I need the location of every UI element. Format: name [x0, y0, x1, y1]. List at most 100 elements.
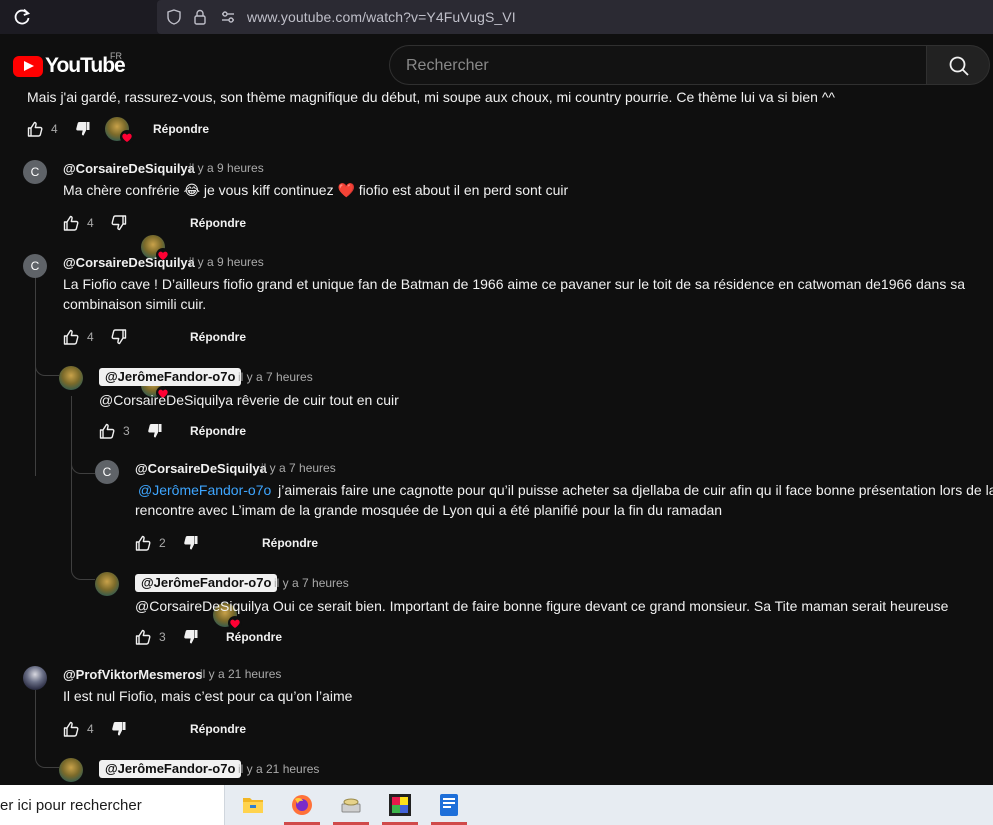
- comment-time[interactable]: il y a 21 heures: [200, 667, 281, 681]
- firefox-icon[interactable]: [282, 785, 322, 825]
- thread-line: [35, 276, 36, 476]
- like-count: 4: [51, 122, 58, 136]
- comment-text-part: fiofio est about il en perd sont cuir: [358, 182, 569, 198]
- permissions-icon[interactable]: [219, 8, 237, 26]
- file-explorer-icon[interactable]: [233, 785, 273, 825]
- dislike-icon[interactable]: [74, 120, 92, 138]
- lock-icon[interactable]: [191, 8, 209, 26]
- comment-author[interactable]: @CorsaireDeSiquilya: [63, 161, 195, 176]
- search-input[interactable]: Rechercher: [389, 45, 927, 85]
- address-bar[interactable]: www.youtube.com/watch?v=Y4FuVugS_VI: [157, 0, 993, 34]
- youtube-header: YouTube FR Rechercher: [0, 34, 993, 90]
- like-icon[interactable]: [26, 120, 44, 138]
- reply-button[interactable]: Répondre: [190, 330, 246, 344]
- heart-icon: [228, 616, 242, 630]
- thread-line: [35, 690, 36, 758]
- youtube-play-icon: [13, 55, 43, 77]
- search-placeholder: Rechercher: [406, 57, 489, 74]
- comment-author-chip[interactable]: @JerômeFandor-o7o: [99, 368, 242, 386]
- reply-button[interactable]: Répondre: [190, 424, 246, 438]
- reload-icon[interactable]: [12, 7, 32, 27]
- like-count: 2: [159, 536, 166, 550]
- like-count: 4: [87, 722, 94, 736]
- comment-time[interactable]: il y a 7 heures: [274, 576, 349, 590]
- like-icon[interactable]: [134, 534, 152, 552]
- browser-toolbar: www.youtube.com/watch?v=Y4FuVugS_VI: [0, 0, 993, 34]
- youtube-logo[interactable]: YouTube: [13, 54, 126, 78]
- folder-icon: [243, 798, 263, 813]
- document-icon: [440, 794, 458, 816]
- shield-icon[interactable]: [165, 8, 183, 26]
- comment-text: @CorsaireDeSiquilya Oui ce serait bien. …: [135, 598, 949, 614]
- comment-text: Mais j'ai gardé, rassurez-vous, son thèm…: [27, 90, 835, 105]
- comment-time[interactable]: il y a 7 heures: [238, 370, 313, 384]
- avatar[interactable]: C: [23, 254, 47, 278]
- firefox-logo-icon: [292, 795, 312, 815]
- document-app-icon[interactable]: [429, 785, 469, 825]
- like-icon[interactable]: [134, 628, 152, 646]
- comment-text-part: j’aimerais faire une cagnotte pour qu’il…: [278, 482, 993, 498]
- reply-button[interactable]: Répondre: [226, 630, 282, 644]
- dislike-icon[interactable]: [110, 328, 128, 346]
- reply-button[interactable]: Répondre: [262, 536, 318, 550]
- comment-text-part: Ma chère confrérie: [63, 182, 180, 198]
- creator-heart: [105, 117, 134, 144]
- reply-button[interactable]: Répondre: [190, 722, 246, 736]
- comment-time[interactable]: il y a 21 heures: [238, 762, 319, 776]
- windows-taskbar: er ici pour rechercher: [0, 785, 993, 825]
- like-icon[interactable]: [98, 422, 116, 440]
- comment-author[interactable]: @CorsaireDeSiquilya: [135, 461, 267, 476]
- film-icon: [389, 794, 411, 816]
- avatar[interactable]: C: [95, 460, 119, 484]
- comment-text: @CorsaireDeSiquilya rêverie de cuir tout…: [99, 392, 399, 408]
- comment-author[interactable]: @ProfViktorMesmeros: [63, 667, 203, 682]
- reply-button[interactable]: Répondre: [190, 216, 246, 230]
- like-count: 4: [87, 216, 94, 230]
- thread-connector: [35, 754, 59, 768]
- like-count: 3: [159, 630, 166, 644]
- comment-author-chip[interactable]: @JerômeFandor-o7o: [99, 760, 242, 778]
- red-heart-emoji-icon: ❤️: [337, 182, 355, 198]
- thread-connector: [71, 566, 95, 580]
- avatar[interactable]: [95, 572, 119, 596]
- url-text[interactable]: www.youtube.com/watch?v=Y4FuVugS_VI: [247, 9, 516, 25]
- app-icon[interactable]: [331, 785, 371, 825]
- like-icon[interactable]: [62, 214, 80, 232]
- avatar[interactable]: [23, 666, 47, 690]
- country-code: FR: [110, 51, 122, 61]
- dislike-icon[interactable]: [110, 720, 128, 738]
- comment-author[interactable]: @CorsaireDeSiquilya: [63, 255, 195, 270]
- like-count: 3: [123, 424, 130, 438]
- avatar[interactable]: C: [23, 160, 47, 184]
- like-icon[interactable]: [62, 720, 80, 738]
- heart-icon: [120, 130, 134, 144]
- avatar[interactable]: [59, 366, 83, 390]
- comment-time[interactable]: il y a 9 heures: [189, 161, 264, 175]
- comment-text-line: combinaison simili cuir.: [63, 296, 207, 312]
- reply-button[interactable]: Répondre: [153, 122, 209, 136]
- dislike-icon[interactable]: [182, 628, 200, 646]
- comment-text-line: @JerômeFandor-o7o j’aimerais faire une c…: [135, 480, 993, 500]
- comment-text: Il est nul Fiofio, mais c’est pour ca qu…: [63, 688, 353, 704]
- like-count: 4: [87, 330, 94, 344]
- dislike-icon[interactable]: [146, 422, 164, 440]
- thread-connector: [35, 362, 59, 376]
- taskbar-search-text: er ici pour rechercher: [0, 797, 142, 814]
- dislike-icon[interactable]: [182, 534, 200, 552]
- taskbar-search[interactable]: er ici pour rechercher: [0, 785, 225, 825]
- like-icon[interactable]: [62, 328, 80, 346]
- laughing-emoji-icon: 😂: [183, 182, 200, 198]
- avatar[interactable]: [59, 758, 83, 782]
- comment-time[interactable]: il y a 9 heures: [189, 255, 264, 269]
- comment-text-part: je vous kiff continuez: [203, 182, 334, 198]
- search-button[interactable]: [926, 45, 990, 85]
- comment-author-chip[interactable]: @JerômeFandor-o7o: [135, 574, 278, 592]
- comment-time[interactable]: il y a 7 heures: [261, 461, 336, 475]
- thread-connector: [71, 460, 95, 474]
- mention-link[interactable]: @JerômeFandor-o7o: [138, 482, 271, 498]
- comment-text: Ma chère confrérie 😂 je vous kiff contin…: [63, 180, 568, 200]
- disk-app-icon: [341, 798, 361, 813]
- thread-line: [71, 396, 72, 566]
- dislike-icon[interactable]: [110, 214, 128, 232]
- video-editor-icon[interactable]: [380, 785, 420, 825]
